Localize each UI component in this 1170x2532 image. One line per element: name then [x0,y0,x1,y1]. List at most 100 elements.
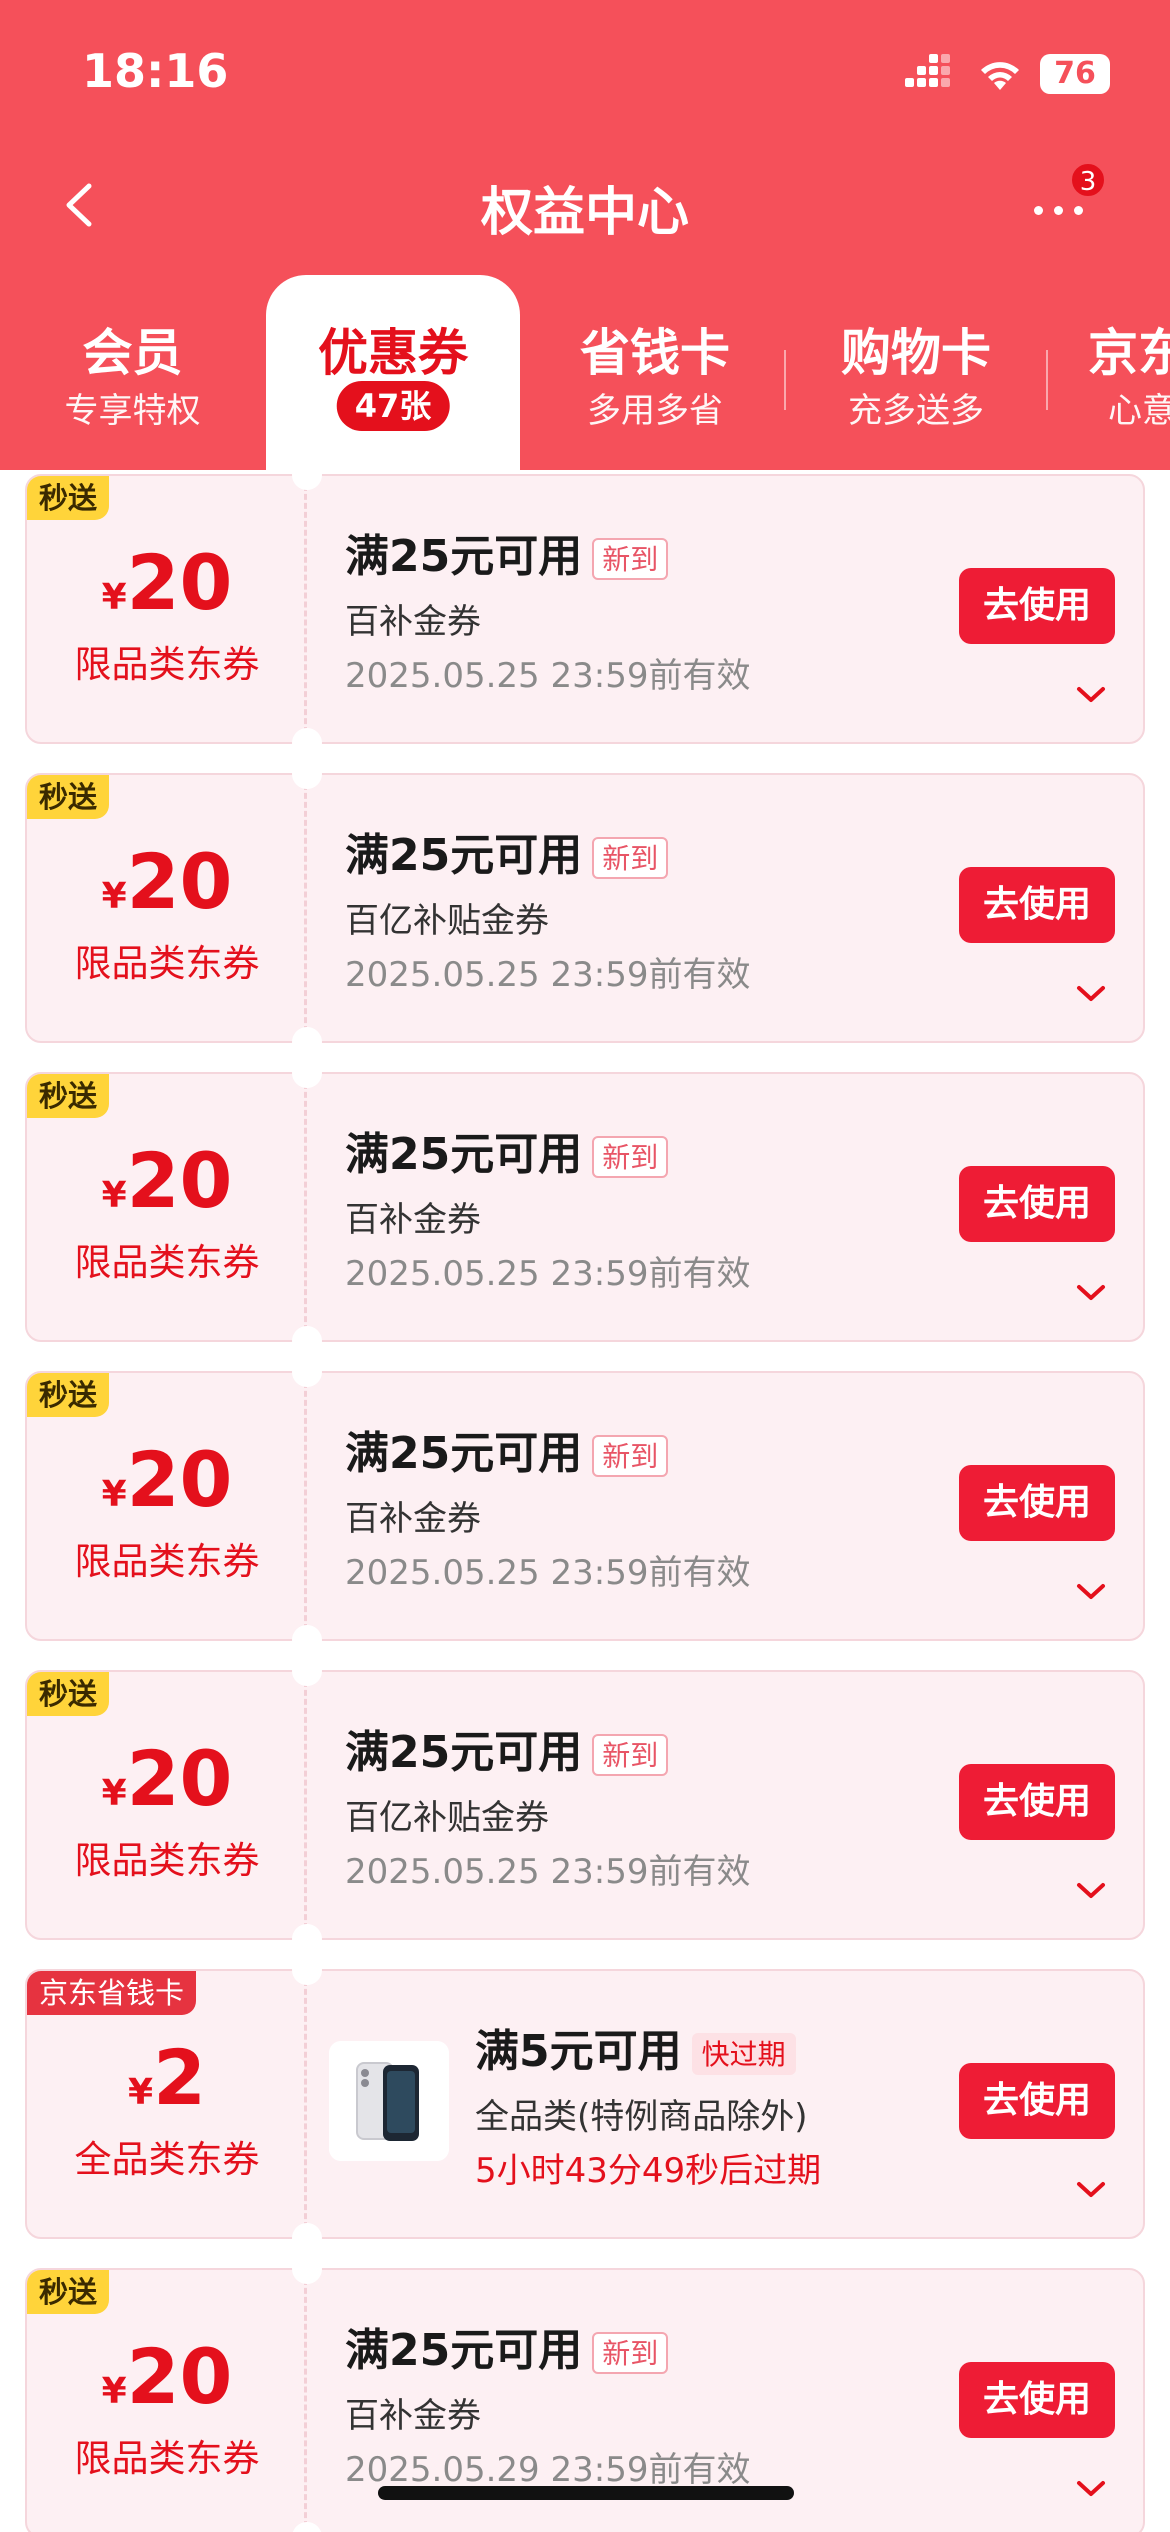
coupon-condition-text: 满25元可用 [345,2325,583,2376]
coupon-scope: 限品类东券 [74,942,260,985]
tab-member[interactable]: 会员 专享特权 [0,275,265,470]
coupon-status-label: 新到 [592,1734,669,1776]
ticket-notch [292,728,322,758]
wifi-icon [981,62,1019,90]
coupon-scope: 全品类东券 [74,2138,260,2181]
coupon-value-section: 秒送 ¥20 限品类东券 [27,2270,307,2532]
coupon-expiry: 2025.05.25 23:59前有效 [345,1553,751,1593]
coupon-card[interactable]: 秒送 ¥20 限品类东券 满25元可用 新到 百补金券 2025.05.25 23… [25,1058,1145,1356]
coupon-expiry: 2025.05.29 23:59前有效 [345,2450,751,2490]
coupon-amount-value: 20 [126,837,233,926]
coupon-card[interactable]: 秒送 ¥20 限品类东券 满25元可用 新到 百亿补贴金券 2025.05.25 … [25,759,1145,1057]
coupon-status-label: 快过期 [691,2033,796,2075]
coupon-value-section: 秒送 ¥20 限品类东券 [27,1373,307,1639]
coupon-status-label: 新到 [592,2332,669,2374]
coupon-card[interactable]: 秒送 ¥20 限品类东券 满25元可用 新到 百亿补贴金券 2025.05.25 … [25,1656,1145,1954]
coupon-card[interactable]: 秒送 ¥20 限品类东券 满25元可用 新到 百补金券 2025.05.25 23… [25,470,1145,758]
coupon-name: 百亿补贴金券 [345,1798,549,1838]
chevron-down-icon[interactable] [1075,1581,1107,1603]
use-coupon-button[interactable]: 去使用 [959,1166,1115,1242]
coupon-amount-value: 2 [153,2033,206,2122]
coupon-condition: 满25元可用 新到 [345,819,669,883]
tab-divider [1046,350,1048,410]
currency-symbol: ¥ [101,2371,127,2412]
tab-coupons[interactable]: 优惠券 47张 [266,275,520,470]
coupon-name: 百补金券 [345,602,481,642]
use-coupon-button[interactable]: 去使用 [959,568,1115,644]
coupon-name: 百亿补贴金券 [345,901,549,941]
coupon-condition-text: 满25元可用 [345,531,583,582]
tab-member-sub: 专享特权 [64,391,201,431]
coupon-status-label: 新到 [592,1435,669,1477]
tab-bar: 会员 专享特权 优惠券 47张 省钱卡 多用多省 购物卡 充多送多 京东 心意 [0,275,1170,470]
coupon-condition-text: 满25元可用 [345,830,583,881]
use-coupon-button[interactable]: 去使用 [959,867,1115,943]
battery-icon: 76 [1040,54,1110,94]
coupon-status-label: 新到 [592,1136,669,1178]
coupon-condition: 满5元可用 快过期 [475,2015,796,2079]
coupon-list[interactable]: 秒送 ¥20 限品类东券 满25元可用 新到 百补金券 2025.05.25 23… [0,470,1170,2532]
chevron-down-icon[interactable] [1075,1880,1107,1902]
coupon-scope: 限品类东券 [74,1540,260,1583]
ticket-notch [292,1326,322,1356]
tab-savings-card-sub: 多用多省 [587,391,723,431]
use-coupon-button[interactable]: 去使用 [959,2362,1115,2438]
coupon-condition: 满25元可用 新到 [345,1118,669,1182]
coupon-amount-value: 20 [126,1136,233,1225]
notification-badge: 3 [1070,162,1106,198]
use-coupon-button[interactable]: 去使用 [959,2063,1115,2139]
coupon-tag: 秒送 [27,1074,110,1118]
coupon-tag: 京东省钱卡 [27,1971,197,2015]
status-bar: 18:16 76 [0,0,1170,140]
coupon-amount-value: 20 [126,538,233,627]
coupon-count-badge: 47张 [336,381,450,431]
chevron-down-icon[interactable] [1075,684,1107,706]
coupon-condition: 满25元可用 新到 [345,1417,669,1481]
currency-symbol: ¥ [128,2072,154,2113]
chevron-down-icon[interactable] [1075,1282,1107,1304]
coupon-status-label: 新到 [592,538,669,580]
coupon-amount: ¥20 [27,1734,307,1823]
coupon-tag: 秒送 [27,775,110,819]
coupon-condition-text: 满5元可用 [475,2026,682,2077]
chevron-down-icon[interactable] [1075,983,1107,1005]
tab-savings-card[interactable]: 省钱卡 多用多省 [525,275,785,470]
coupon-condition-text: 满25元可用 [345,1129,583,1180]
ticket-notch [292,1955,322,1985]
tab-savings-card-title: 省钱卡 [580,324,730,382]
coupon-expiry: 5小时43分49秒后过期 [475,2151,822,2191]
signal-icon [905,54,955,94]
coupon-value-section: 秒送 ¥20 限品类东券 [27,1672,307,1938]
coupon-amount: ¥2 [27,2033,307,2122]
tab-shopping-card-sub: 充多送多 [848,391,984,431]
ticket-notch [292,759,322,789]
currency-symbol: ¥ [101,1773,127,1814]
tab-jd-title: 京东 [1088,324,1170,382]
coupon-expiry: 2025.05.25 23:59前有效 [345,1254,751,1294]
ticket-notch [292,1027,322,1057]
currency-symbol: ¥ [101,876,127,917]
coupon-scope: 限品类东券 [74,1241,260,1284]
home-indicator [378,2486,794,2500]
use-coupon-button[interactable]: 去使用 [959,1764,1115,1840]
ticket-notch [292,2254,322,2284]
coupon-amount-value: 20 [126,1435,233,1524]
use-coupon-button[interactable]: 去使用 [959,1465,1115,1541]
coupon-value-section: 秒送 ¥20 限品类东券 [27,476,307,742]
coupon-value-section: 秒送 ¥20 限品类东券 [27,775,307,1041]
coupon-scope: 限品类东券 [74,2437,260,2480]
tab-jd[interactable]: 京东 心意 [1060,275,1170,470]
coupon-card[interactable]: 秒送 ¥20 限品类东券 满25元可用 新到 百补金券 2025.05.25 23… [25,1357,1145,1655]
tab-shopping-card[interactable]: 购物卡 充多送多 [786,275,1046,470]
coupon-condition-text: 满25元可用 [345,1727,583,1778]
coupon-card[interactable]: 京东省钱卡 ¥2 全品类东券 满5元可用 快过期 全品类(特例商品除外) 5小时4… [25,1955,1145,2253]
chevron-down-icon[interactable] [1075,2478,1107,2500]
coupon-value-section: 秒送 ¥20 限品类东券 [27,1074,307,1340]
chevron-down-icon[interactable] [1075,2179,1107,2201]
coupon-name: 百补金券 [345,1499,481,1539]
currency-symbol: ¥ [101,1175,127,1216]
tab-jd-sub: 心意 [1108,391,1170,431]
coupon-condition: 满25元可用 新到 [345,1716,669,1780]
coupon-amount: ¥20 [27,2332,307,2421]
coupon-condition: 满25元可用 新到 [345,2314,669,2378]
